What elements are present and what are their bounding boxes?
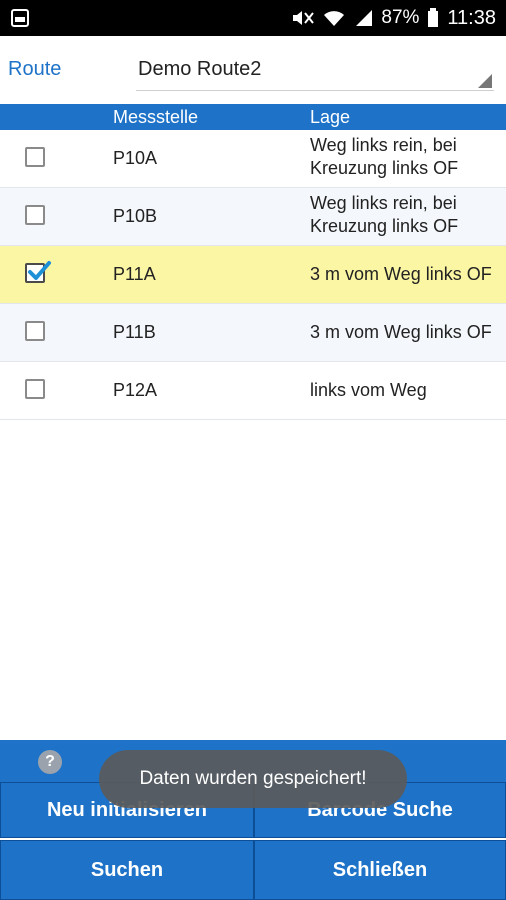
table-row[interactable]: P11B 3 m vom Weg links OF [0, 304, 506, 362]
status-bar: 87% 11:38 [0, 0, 506, 36]
table-row[interactable]: P10A Weg links rein, bei Kreuzung links … [0, 130, 506, 188]
cell-lage-line: Kreuzung links OF [310, 216, 459, 236]
row-checkbox[interactable] [25, 205, 45, 225]
signal-icon [353, 9, 373, 27]
table-body: P10A Weg links rein, bei Kreuzung links … [0, 130, 506, 420]
row-checkbox[interactable] [25, 321, 45, 341]
close-button[interactable]: Schließen [254, 840, 506, 900]
checkmark-icon [26, 258, 52, 289]
row-checkbox[interactable] [25, 147, 45, 167]
cell-lage: Weg links rein, bei Kreuzung links OF [310, 134, 506, 180]
notification-image-icon [11, 9, 29, 27]
row-checkbox[interactable] [25, 261, 51, 283]
search-button[interactable]: Suchen [0, 840, 254, 900]
table-row[interactable]: P11A 3 m vom Weg links OF [0, 246, 506, 304]
cell-messstelle: P12A [113, 380, 158, 400]
column-header-messstelle: Messstelle [113, 107, 199, 127]
cell-lage-line: Weg links rein, bei [310, 135, 457, 155]
cell-lage: Weg links rein, bei Kreuzung links OF [310, 192, 506, 238]
cell-lage-line: Weg links rein, bei [310, 193, 457, 213]
cell-messstelle: P10A [113, 148, 158, 168]
cell-lage: 3 m vom Weg links OF [310, 322, 492, 342]
table-header: Messstelle Lage [0, 104, 506, 130]
table-row[interactable]: P12A links vom Weg [0, 362, 506, 420]
cell-messstelle: P11B [113, 322, 156, 342]
route-selected-value: Demo Route2 [138, 58, 262, 80]
battery-icon [427, 8, 439, 28]
route-row: Route Demo Route2 [0, 36, 506, 104]
row-checkbox[interactable] [25, 379, 45, 399]
battery-percent: 87% [381, 7, 420, 28]
cell-lage: links vom Weg [310, 380, 427, 400]
table-row[interactable]: P10B Weg links rein, bei Kreuzung links … [0, 188, 506, 246]
route-label: Route [8, 58, 62, 80]
clock: 11:38 [447, 6, 496, 29]
dropdown-arrow-icon [478, 74, 492, 88]
cell-messstelle: P11A [113, 264, 156, 284]
column-header-lage: Lage [310, 107, 351, 127]
wifi-icon [323, 9, 345, 27]
mute-icon [291, 9, 315, 27]
cell-messstelle: P10B [113, 206, 158, 226]
route-dropdown[interactable]: Demo Route2 [136, 56, 494, 91]
cell-lage-line: Kreuzung links OF [310, 158, 459, 178]
cell-lage: 3 m vom Weg links OF [310, 264, 492, 284]
toast-message: Daten wurden gespeichert! [99, 750, 407, 808]
help-icon[interactable]: ? [38, 750, 62, 774]
